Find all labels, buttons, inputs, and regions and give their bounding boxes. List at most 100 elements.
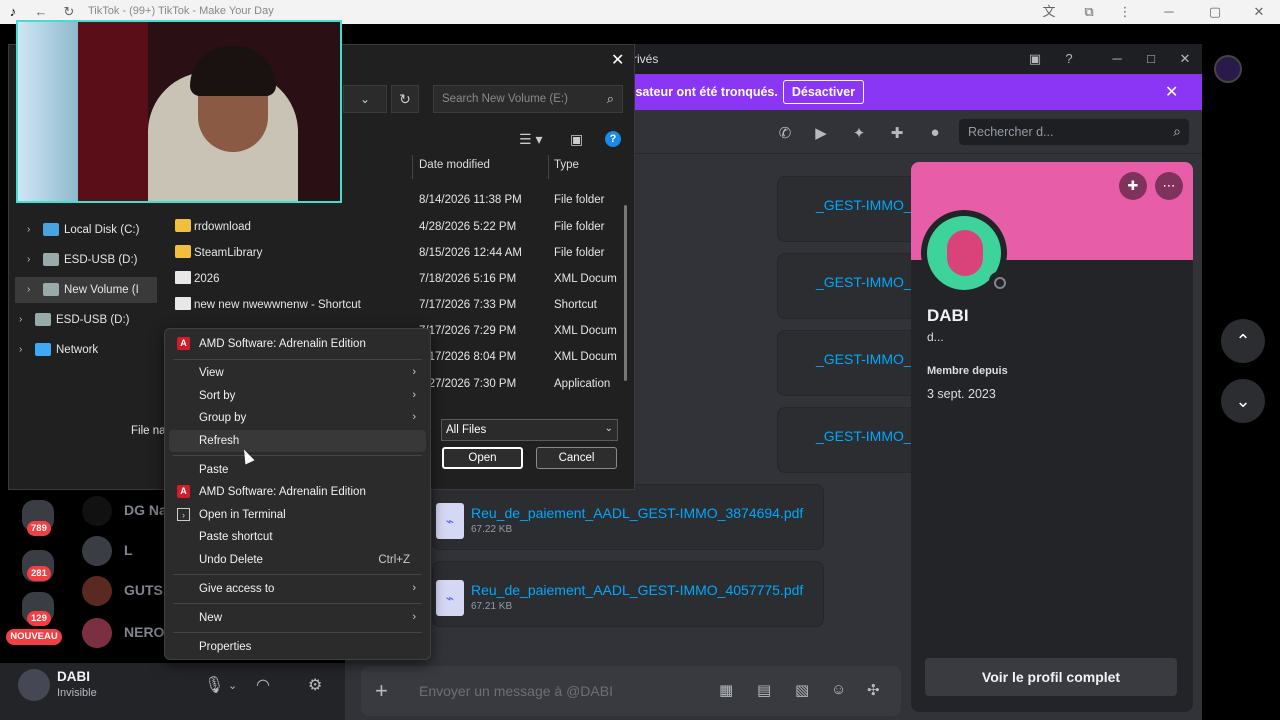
attachment-name[interactable]: Reu_de_paiement_AADL_GEST-IMMO_4057775.p…: [471, 582, 803, 598]
more-options-icon[interactable]: ⋯: [1155, 172, 1183, 200]
menu-item-properties[interactable]: Properties: [169, 636, 426, 658]
more-icon[interactable]: ⋮: [1116, 3, 1134, 21]
microphone-icon[interactable]: 🎙: [204, 675, 224, 695]
user-profile-icon[interactable]: ●: [925, 124, 945, 142]
amd-icon: A: [177, 337, 190, 350]
avatar[interactable]: [921, 210, 1007, 296]
chevron-right-icon[interactable]: ›: [27, 284, 30, 295]
notice-text: isateur ont été tronqués.: [632, 85, 778, 99]
add-attachment-icon[interactable]: +: [375, 678, 388, 704]
view-options-icon[interactable]: ☰ ▾: [519, 131, 542, 148]
call-icon[interactable]: ✆: [775, 124, 795, 142]
preview-pane-icon[interactable]: ▣: [570, 131, 583, 148]
menu-item-give-access-to[interactable]: Give access to ›: [169, 578, 426, 600]
apps-icon[interactable]: ✣: [867, 681, 880, 699]
back-icon[interactable]: ←: [32, 3, 50, 21]
view-full-profile-button[interactable]: Voir le profil complet: [925, 658, 1177, 696]
nav-item-esd-usb-d[interactable]: › ESD-USB (D:): [27, 247, 167, 273]
chevron-right-icon[interactable]: ›: [19, 344, 22, 355]
gift-icon[interactable]: ▦: [719, 681, 733, 699]
reload-icon[interactable]: ↻: [60, 3, 78, 21]
maximize-icon[interactable]: ▢: [1206, 3, 1224, 21]
headphones-icon[interactable]: ◠: [256, 675, 270, 695]
translate-icon[interactable]: 文: [1040, 3, 1058, 21]
maximize-icon[interactable]: □: [1141, 50, 1161, 68]
attachment-card[interactable]: ⌁ Reu_de_paiement_AADL_GEST-IMMO_4057775…: [432, 561, 824, 627]
close-icon[interactable]: ✕: [1165, 82, 1178, 102]
nav-item-new-volume[interactable]: › New Volume (I: [15, 277, 157, 303]
message-input[interactable]: Envoyer un message à @DABI: [419, 683, 613, 699]
menu-item-undo-delete[interactable]: Undo Delete Ctrl+Z: [169, 549, 426, 571]
search-input[interactable]: Rechercher d... ⌕: [959, 119, 1189, 145]
file-row[interactable]: new new nwewwnenw - Shortcut 7/17/2026 7…: [173, 292, 623, 318]
nav-item-local-disk-c[interactable]: › Local Disk (C:): [27, 217, 167, 243]
chevron-down-icon[interactable]: ⌄: [228, 679, 237, 692]
search-placeholder: Search New Volume (E:): [442, 93, 568, 105]
video-icon[interactable]: ▶: [811, 124, 831, 142]
scrollbar[interactable]: [624, 205, 627, 381]
file-row[interactable]: 2026 7/18/2026 5:16 PM XML Docum: [173, 266, 623, 292]
help-icon[interactable]: ?: [1059, 50, 1079, 68]
inbox-icon[interactable]: ▣: [1025, 50, 1045, 68]
minimize-icon[interactable]: ─: [1107, 50, 1127, 68]
scroll-up-button[interactable]: ⌃: [1221, 319, 1265, 363]
file-row[interactable]: rrdownload 4/28/2026 5:22 PM File folder: [173, 214, 623, 240]
close-icon[interactable]: ✕: [1250, 3, 1268, 21]
menu-item-sort-by[interactable]: Sort by ›: [169, 385, 426, 407]
menu-item-amd-software[interactable]: A AMD Software: Adrenalin Edition: [169, 481, 426, 503]
chevron-right-icon: ›: [412, 611, 416, 623]
open-button[interactable]: Open: [442, 447, 523, 469]
menu-item-open-in-terminal[interactable]: › Open in Terminal: [169, 504, 426, 526]
chevron-right-icon[interactable]: ›: [19, 314, 22, 325]
pin-icon[interactable]: ✦: [849, 124, 869, 142]
attachment-size: 67.21 KB: [471, 601, 513, 612]
attachment-name[interactable]: Reu_de_paiement_AADL_GEST-IMMO_3874694.p…: [471, 505, 803, 521]
file-type-select[interactable]: All Files ⌄: [441, 419, 618, 441]
cancel-button[interactable]: Cancel: [536, 447, 617, 469]
close-icon[interactable]: ✕: [611, 50, 624, 70]
file-row[interactable]: SteamLibrary 8/15/2026 12:44 AM File fol…: [173, 240, 623, 266]
gif-icon[interactable]: ▤: [757, 681, 771, 699]
chevron-right-icon: ›: [412, 389, 416, 401]
menu-item-view[interactable]: View ›: [169, 362, 426, 384]
minimize-icon[interactable]: ─: [1160, 3, 1178, 21]
message-composer[interactable]: + Envoyer un message à @DABI ▦ ▤ ▧ ☺ ✣: [361, 666, 901, 716]
path-dropdown[interactable]: ⌄: [343, 85, 387, 113]
add-friend-icon[interactable]: ✚: [887, 124, 907, 142]
chevron-right-icon[interactable]: ›: [27, 224, 30, 235]
close-icon[interactable]: ✕: [1175, 50, 1195, 68]
add-friend-icon[interactable]: ✚: [1119, 172, 1147, 200]
user-panel: DABI Invisible 🎙 ⌄ ◠ ⚙: [0, 663, 345, 720]
scroll-down-button[interactable]: ⌄: [1221, 379, 1265, 423]
settings-icon[interactable]: ⚙: [308, 675, 322, 695]
pdf-icon: ⌁: [436, 503, 464, 539]
extensions-icon[interactable]: ⧉: [1080, 3, 1098, 21]
menu-item-group-by[interactable]: Group by ›: [169, 407, 426, 429]
menu-item-refresh[interactable]: Refresh: [169, 430, 426, 452]
column-divider[interactable]: [412, 155, 413, 179]
profile-avatar-icon[interactable]: [1214, 55, 1242, 83]
chevron-down-icon: ⌄: [604, 423, 613, 434]
avatar[interactable]: [18, 669, 50, 701]
dm-name: L: [124, 542, 133, 558]
emoji-icon[interactable]: ☺: [831, 681, 846, 698]
nav-item-network[interactable]: › Network: [19, 337, 159, 363]
column-type[interactable]: Type: [554, 159, 579, 171]
user-status: Invisible: [57, 687, 97, 699]
help-icon[interactable]: ?: [605, 131, 621, 147]
attachment-card[interactable]: ⌁ Reu_de_paiement_AADL_GEST-IMMO_3874694…: [432, 484, 824, 550]
column-date-modified[interactable]: Date modified: [419, 159, 490, 171]
nav-item-esd-usb-d[interactable]: › ESD-USB (D:): [19, 307, 159, 333]
disable-button[interactable]: Désactiver: [783, 80, 864, 104]
column-divider[interactable]: [548, 155, 549, 179]
menu-item-paste-shortcut[interactable]: Paste shortcut: [169, 526, 426, 548]
notification-badge: 281: [27, 566, 51, 581]
refresh-icon[interactable]: ↻: [391, 85, 419, 113]
menu-item-new[interactable]: New ›: [169, 607, 426, 629]
chevron-right-icon[interactable]: ›: [27, 254, 30, 265]
search-input[interactable]: Search New Volume (E:) ⌕: [433, 85, 623, 113]
sticker-icon[interactable]: ▧: [795, 681, 809, 699]
menu-item-amd-software[interactable]: A AMD Software: Adrenalin Edition: [169, 333, 426, 355]
menu-item-paste[interactable]: Paste: [169, 459, 426, 481]
search-icon: ⌕: [606, 91, 614, 106]
